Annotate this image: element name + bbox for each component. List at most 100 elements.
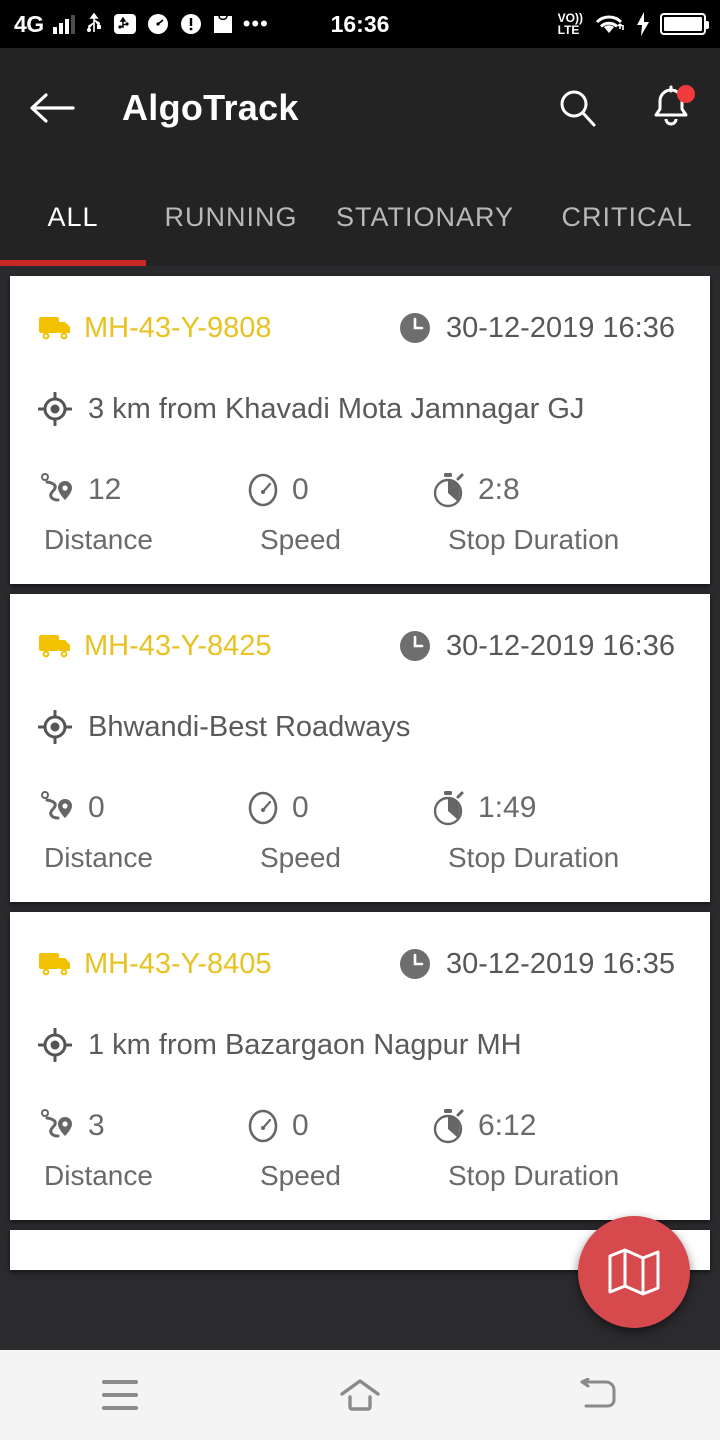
phone-screen: 4G ••• 16:36 VO)) LTE AlgoTrack ALL RUNN… xyxy=(0,0,720,1440)
vehicle-timestamp: 30-12-2019 16:36 xyxy=(446,311,675,344)
tab-stationary[interactable]: STATIONARY xyxy=(316,168,534,266)
speed-meter-icon xyxy=(147,14,168,34)
route-icon xyxy=(41,791,72,820)
search-icon xyxy=(560,90,596,127)
vehicle-timestamp-group: 30-12-2019 16:36 xyxy=(398,311,675,345)
vehicle-card-header: MH-43-Y-9808 30-12-2019 16:36 xyxy=(38,300,682,356)
vehicle-card-header: MH-43-Y-8425 30-12-2019 16:36 xyxy=(38,618,682,674)
back-icon xyxy=(580,1378,616,1408)
clock-icon xyxy=(400,949,430,979)
usb-icon xyxy=(86,12,101,32)
more-dots-icon: ••• xyxy=(242,11,269,36)
stat-distance: 12 Distance xyxy=(38,468,244,556)
vehicle-number: MH-43-Y-8405 xyxy=(84,947,272,980)
home-button[interactable] xyxy=(300,1350,420,1440)
status-bar-right: VO)) LTE xyxy=(558,0,709,48)
stat-distance-value: 0 xyxy=(88,791,105,824)
vehicle-card[interactable]: MH-43-Y-8425 30-12-2019 16:36 Bhwandi-Be… xyxy=(10,594,710,902)
stopwatch-icon xyxy=(433,1109,464,1144)
app-bar: AlgoTrack xyxy=(0,48,720,168)
stat-distance: 0 Distance xyxy=(38,786,244,874)
stat-distance-value: 3 xyxy=(88,1109,105,1142)
shopping-bag-icon xyxy=(213,15,232,33)
stat-speed: 0 Speed xyxy=(244,1104,430,1192)
vehicle-identity: MH-43-Y-8425 xyxy=(38,630,398,663)
route-icon xyxy=(41,473,72,502)
map-icon xyxy=(608,1248,660,1296)
vehicle-location-row: 3 km from Khavadi Mota Jamnagar GJ xyxy=(38,392,682,426)
tab-bar: ALL RUNNING STATIONARY CRITICAL xyxy=(0,168,720,266)
back-nav-button[interactable] xyxy=(540,1350,660,1440)
signal-bars-icon xyxy=(52,14,75,34)
vehicle-identity: MH-43-Y-8405 xyxy=(38,948,398,981)
notifications-button[interactable] xyxy=(646,83,696,133)
volte-icon: VO)) LTE xyxy=(558,12,583,36)
vehicle-timestamp: 30-12-2019 16:36 xyxy=(446,629,675,662)
stat-distance-value: 12 xyxy=(88,473,122,506)
app-bar-actions xyxy=(552,83,696,133)
vehicle-location: 3 km from Khavadi Mota Jamnagar GJ xyxy=(88,392,585,425)
stat-speed-label: Speed xyxy=(260,524,341,555)
stat-stop-duration-value: 2:8 xyxy=(478,473,520,506)
stat-stop-duration-label: Stop Duration xyxy=(448,524,620,555)
stat-stop-duration-label: Stop Duration xyxy=(448,842,620,873)
map-fab-button[interactable] xyxy=(578,1216,690,1328)
vehicle-card[interactable]: MH-43-Y-9808 30-12-2019 16:36 3 km from … xyxy=(10,276,710,584)
back-button[interactable] xyxy=(24,80,80,136)
home-icon xyxy=(340,1379,380,1411)
stat-speed-value: 0 xyxy=(292,791,309,824)
vehicle-timestamp-group: 30-12-2019 16:35 xyxy=(398,947,675,981)
vehicle-card-header: MH-43-Y-8405 30-12-2019 16:35 xyxy=(38,936,682,992)
tab-critical[interactable]: CRITICAL xyxy=(534,168,720,266)
stopwatch-icon xyxy=(433,473,464,508)
clock-icon xyxy=(400,313,430,343)
status-bar-left: 4G ••• xyxy=(14,11,269,38)
stat-speed: 0 Speed xyxy=(244,786,430,874)
vehicle-location-row: 1 km from Bazargaon Nagpur MH xyxy=(38,1028,682,1062)
location-target-icon xyxy=(38,710,72,744)
vehicle-timestamp-group: 30-12-2019 16:36 xyxy=(398,629,675,663)
charging-bolt-icon xyxy=(637,12,649,36)
stat-stop-duration: 1:49 Stop Duration xyxy=(430,786,619,874)
stat-stop-duration: 2:8 Stop Duration xyxy=(430,468,619,556)
tab-running[interactable]: RUNNING xyxy=(146,168,316,266)
volte-bottom-label: LTE xyxy=(557,23,580,37)
usb-debug-icon xyxy=(113,14,136,34)
warning-icon xyxy=(180,14,201,34)
stat-stop-duration: 6:12 Stop Duration xyxy=(430,1104,619,1192)
speedometer-icon xyxy=(248,473,278,507)
speedometer-icon xyxy=(248,1109,278,1143)
vehicle-stats: 12 Distance 0 Speed 2:8 Stop Duration xyxy=(38,468,682,556)
wifi-icon xyxy=(595,15,624,33)
speedometer-icon xyxy=(248,791,278,825)
stat-stop-duration-label: Stop Duration xyxy=(448,1160,620,1191)
route-icon xyxy=(41,1109,72,1138)
truck-icon xyxy=(39,317,70,340)
stat-distance: 3 Distance xyxy=(38,1104,244,1192)
search-button[interactable] xyxy=(552,83,602,133)
menu-icon xyxy=(102,1380,138,1410)
stat-distance-label: Distance xyxy=(44,1160,153,1191)
clock-icon xyxy=(400,631,430,661)
stopwatch-icon xyxy=(433,791,464,826)
recents-button[interactable] xyxy=(60,1350,180,1440)
back-arrow-icon xyxy=(30,93,75,123)
stat-speed-value: 0 xyxy=(292,1109,309,1142)
stat-distance-label: Distance xyxy=(44,524,153,555)
truck-icon xyxy=(39,635,70,658)
vehicle-list: MH-43-Y-9808 30-12-2019 16:36 3 km from … xyxy=(0,276,720,1270)
status-bar: 4G ••• 16:36 VO)) LTE xyxy=(0,0,720,48)
vehicle-number: MH-43-Y-8425 xyxy=(84,629,272,662)
tab-all[interactable]: ALL xyxy=(0,168,146,266)
vehicle-location: Bhwandi-Best Roadways xyxy=(88,710,411,743)
stat-speed-label: Speed xyxy=(260,842,341,873)
stat-speed: 0 Speed xyxy=(244,468,430,556)
page-title: AlgoTrack xyxy=(122,87,299,128)
system-navigation-bar xyxy=(0,1350,720,1440)
vehicle-card[interactable]: MH-43-Y-8405 30-12-2019 16:35 1 km from … xyxy=(10,912,710,1220)
vehicle-identity: MH-43-Y-9808 xyxy=(38,312,398,345)
vehicle-number: MH-43-Y-9808 xyxy=(84,311,272,344)
vehicle-stats: 0 Distance 0 Speed 1:49 Stop Duration xyxy=(38,786,682,874)
stat-distance-label: Distance xyxy=(44,842,153,873)
vehicle-timestamp: 30-12-2019 16:35 xyxy=(446,947,675,980)
